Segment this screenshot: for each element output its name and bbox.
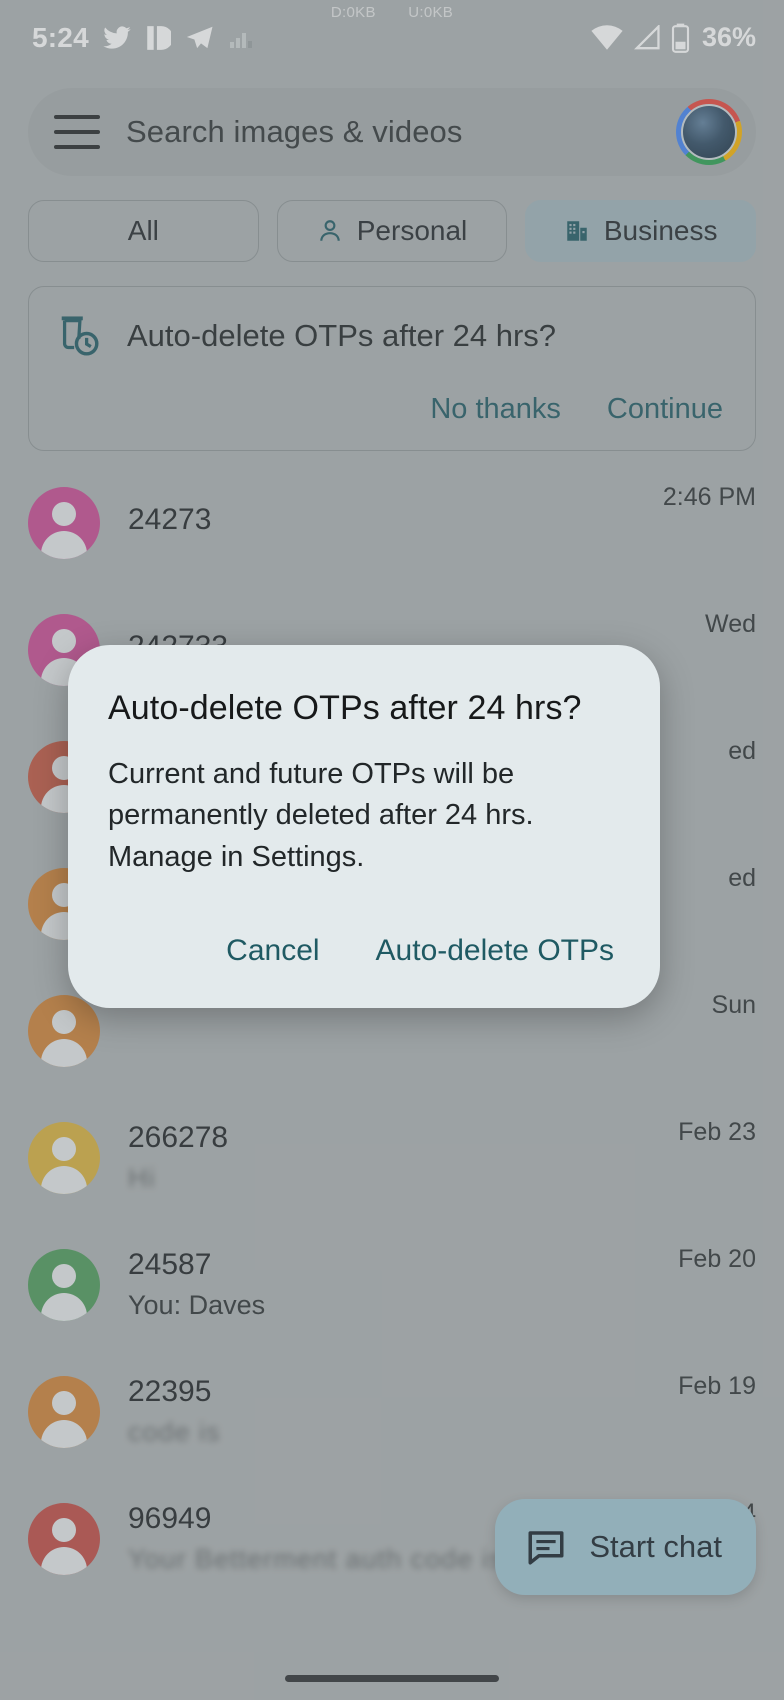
dialog-action-row: Cancel Auto-delete OTPs — [108, 934, 620, 974]
dialog-title: Auto-delete OTPs after 24 hrs? — [108, 689, 582, 727]
cancel-button[interactable]: Cancel — [226, 934, 319, 968]
auto-delete-otp-dialog: Auto-delete OTPs after 24 hrs? Current a… — [68, 645, 660, 1009]
dialog-body-text: Current and future OTPs will be permanen… — [108, 758, 534, 873]
auto-delete-otps-button[interactable]: Auto-delete OTPs — [376, 934, 614, 968]
